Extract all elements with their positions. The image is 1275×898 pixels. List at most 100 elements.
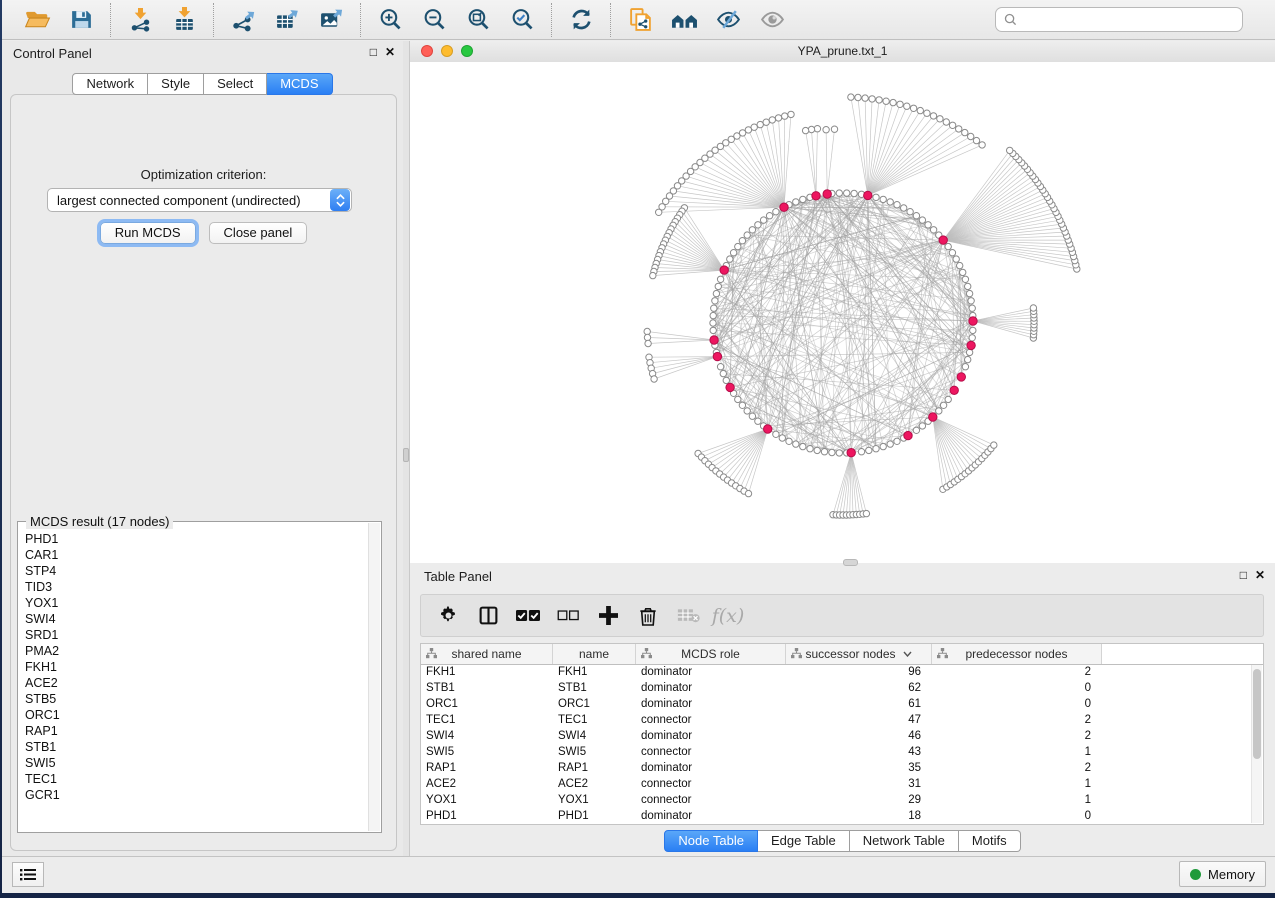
mcds-result-item[interactable]: STP4	[25, 563, 369, 579]
tab-node-table[interactable]: Node Table	[664, 830, 758, 852]
table-cell: YOX1	[553, 793, 636, 809]
hide-eye-icon[interactable]	[713, 6, 743, 34]
table-cell: 47	[786, 713, 932, 729]
select-all-icon[interactable]	[515, 603, 541, 629]
mcds-result-item[interactable]: PHD1	[25, 531, 369, 547]
export-table-icon[interactable]	[272, 6, 302, 34]
table-cell: dominator	[636, 729, 786, 745]
run-mcds-button[interactable]: Run MCDS	[100, 222, 196, 244]
result-scrollbar[interactable]	[368, 523, 380, 831]
mcds-result-item[interactable]: TID3	[25, 579, 369, 595]
open-folder-icon[interactable]	[22, 6, 52, 34]
table-cell: 2	[932, 665, 1102, 681]
table-row[interactable]: ACE2ACE2connector311	[421, 777, 1263, 793]
search-field[interactable]	[995, 7, 1243, 32]
table-row[interactable]: RAP1RAP1dominator352	[421, 761, 1263, 777]
deselect-all-icon[interactable]	[555, 603, 581, 629]
mcds-result-item[interactable]: ACE2	[25, 675, 369, 691]
mcds-result-list[interactable]: PHD1CAR1STP4TID3YOX1SWI4SRD1PMA2FKH1ACE2…	[18, 525, 369, 832]
tab-motifs[interactable]: Motifs	[959, 830, 1021, 852]
mcds-tab-content: Optimization criterion: largest connecte…	[10, 94, 397, 851]
table-scrollbar[interactable]	[1251, 665, 1262, 823]
columns-icon[interactable]	[475, 603, 501, 629]
mcds-result-item[interactable]: TEC1	[25, 771, 369, 787]
settings-icon[interactable]	[435, 603, 461, 629]
table-cell: 35	[786, 761, 932, 777]
table-cell: TEC1	[421, 713, 553, 729]
table-cell: connector	[636, 745, 786, 761]
toolbar-group	[551, 3, 610, 37]
table-row[interactable]: SWI4SWI4dominator462	[421, 729, 1263, 745]
float-table-panel-icon[interactable]: □	[1240, 568, 1247, 582]
table-cell: 61	[786, 697, 932, 713]
save-icon[interactable]	[66, 6, 96, 34]
tab-mcds[interactable]: MCDS	[267, 73, 332, 95]
tab-select[interactable]: Select	[204, 73, 267, 95]
node-table[interactable]: shared namenameMCDS rolesuccessor nodes p…	[420, 643, 1264, 825]
table-row[interactable]: PHD1PHD1dominator180	[421, 809, 1263, 825]
table-cell: SWI5	[421, 745, 553, 761]
table-cell: dominator	[636, 697, 786, 713]
table-scrollbar-thumb[interactable]	[1253, 669, 1261, 759]
tab-edge-table[interactable]: Edge Table	[758, 830, 850, 852]
column-header-predecessor-nodes[interactable]: predecessor nodes	[932, 644, 1102, 664]
mcds-result-item[interactable]: PMA2	[25, 643, 369, 659]
add-icon[interactable]	[595, 603, 621, 629]
import-network-icon[interactable]	[125, 6, 155, 34]
mcds-result-item[interactable]: FKH1	[25, 659, 369, 675]
table-cell: 29	[786, 793, 932, 809]
zoom-in-icon[interactable]	[375, 6, 405, 34]
refresh-icon[interactable]	[566, 6, 596, 34]
tab-network[interactable]: Network	[72, 73, 148, 95]
table-row[interactable]: SWI5SWI5connector431	[421, 745, 1263, 761]
table-row[interactable]: YOX1YOX1connector291	[421, 793, 1263, 809]
mcds-result-item[interactable]: ORC1	[25, 707, 369, 723]
zoom-fit-icon[interactable]	[463, 6, 493, 34]
close-table-panel-icon[interactable]: ✕	[1255, 568, 1265, 582]
delete-icon[interactable]	[635, 603, 661, 629]
table-row[interactable]: STB1STB1dominator620	[421, 681, 1263, 697]
tab-style[interactable]: Style	[148, 73, 204, 95]
network-canvas[interactable]	[410, 62, 1275, 563]
tab-network-table[interactable]: Network Table	[850, 830, 959, 852]
first-neighbors-icon[interactable]	[669, 6, 699, 34]
mcds-result-item[interactable]: STB1	[25, 739, 369, 755]
column-header-name[interactable]: name	[553, 644, 636, 664]
criterion-dropdown[interactable]: largest connected component (undirected)	[47, 188, 352, 212]
float-panel-icon[interactable]: □	[370, 45, 377, 59]
import-table-icon[interactable]	[169, 6, 199, 34]
zoom-out-icon[interactable]	[419, 6, 449, 34]
search-input[interactable]	[1023, 12, 1234, 28]
mcds-result-item[interactable]: SWI5	[25, 755, 369, 771]
application-window: Control Panel □ ✕ NetworkStyleSelectMCDS…	[2, 0, 1275, 893]
show-eye-icon[interactable]	[757, 6, 787, 34]
mcds-result-item[interactable]: SRD1	[25, 627, 369, 643]
table-row[interactable]: FKH1FKH1dominator962	[421, 665, 1263, 681]
column-header-shared-name[interactable]: shared name	[421, 644, 553, 664]
export-network-icon[interactable]	[228, 6, 258, 34]
zoom-selected-icon[interactable]	[507, 6, 537, 34]
table-row[interactable]: ORC1ORC1dominator610	[421, 697, 1263, 713]
table-cell: TEC1	[553, 713, 636, 729]
close-panel-button[interactable]: Close panel	[209, 222, 308, 244]
table-cell: 31	[786, 777, 932, 793]
table-row[interactable]: TEC1TEC1connector472	[421, 713, 1263, 729]
mcds-result-item[interactable]: YOX1	[25, 595, 369, 611]
mcds-result-item[interactable]: GCR1	[25, 787, 369, 803]
table-cell: dominator	[636, 761, 786, 777]
mcds-result-item[interactable]: STB5	[25, 691, 369, 707]
column-header-successor-nodes[interactable]: successor nodes	[786, 644, 932, 664]
close-panel-icon[interactable]: ✕	[385, 45, 395, 59]
mcds-result-item[interactable]: RAP1	[25, 723, 369, 739]
export-image-icon[interactable]	[316, 6, 346, 34]
column-header-MCDS-role[interactable]: MCDS role	[636, 644, 786, 664]
table-cell: 0	[932, 681, 1102, 697]
mcds-result-item[interactable]: CAR1	[25, 547, 369, 563]
memory-button[interactable]: Memory	[1179, 861, 1266, 887]
copy-share-icon[interactable]	[625, 6, 655, 34]
mcds-result-item[interactable]: SWI4	[25, 611, 369, 627]
network-graph[interactable]	[410, 62, 1275, 563]
column-label: predecessor nodes	[965, 647, 1067, 661]
panel-menu-button[interactable]	[12, 862, 44, 887]
search-area	[995, 7, 1243, 32]
